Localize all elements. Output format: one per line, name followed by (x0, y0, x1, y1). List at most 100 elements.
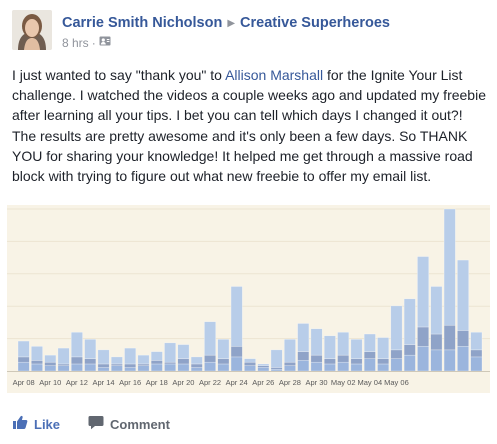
chart-canvas: Apr 08 Apr 10 Apr 12 Apr 14 Apr 16 Apr 18 Apr … (7, 205, 490, 393)
chart-bar-segment (377, 358, 390, 365)
chart-bar-segment (110, 356, 123, 365)
chart-bar-segment (31, 346, 43, 361)
chart-bar-segment (430, 286, 443, 335)
post-timestamp[interactable]: 8 hrs (62, 36, 89, 50)
chart-bar-segment (17, 361, 30, 372)
chart-bar-segment (390, 358, 403, 372)
chart-bar-segment (31, 360, 43, 365)
chart-bar-segment (71, 332, 83, 358)
chart-bar-segment (457, 346, 469, 372)
chart-bar-segment (71, 356, 83, 365)
chart-bar-segment (337, 354, 350, 363)
post-meta: 8 hrs · (62, 36, 111, 51)
post-title-line: Carrie Smith Nicholson ▶ Creative Superher… (62, 15, 390, 31)
avatar-image (12, 10, 52, 50)
chart-bar-segment (270, 349, 283, 368)
comment-button[interactable]: Comment (88, 416, 170, 436)
chart-bar-segment (204, 354, 216, 363)
chart-bar-segment (164, 361, 177, 365)
chart-tick-label: May 04 (358, 378, 383, 387)
chart-tick-label: Apr 10 (39, 378, 61, 387)
chart-bar-segment (430, 333, 443, 351)
chart-bar-segment (337, 332, 350, 356)
chart-bar-segment (323, 335, 336, 359)
chart-bar-segment (124, 367, 137, 372)
chart-tick-label: Apr 20 (172, 378, 194, 387)
attached-chart-image[interactable]: Apr 08 Apr 10 Apr 12 Apr 14 Apr 16 Apr 18 Apr … (7, 205, 490, 393)
chart-bar-segment (150, 363, 163, 372)
chart-bar-segment (17, 356, 30, 363)
chart-bar-segment (377, 337, 390, 359)
chart-bar-segment (244, 361, 256, 366)
chart-bar-segment (217, 339, 230, 359)
chart-bar-segment (204, 361, 216, 372)
chart-bar-segment (377, 363, 390, 372)
chart-bar-segment (390, 349, 403, 359)
chart-tick-label: Apr 22 (199, 378, 221, 387)
chart-bar-segment (470, 356, 483, 372)
chart-bar-segment (363, 358, 376, 372)
chart-tick-label: Apr 16 (119, 378, 141, 387)
chart-bar-segment (190, 356, 203, 365)
chart-bar-segment (124, 347, 137, 365)
chart-tick-label: Apr 26 (252, 378, 274, 387)
chart-bar-segment (217, 363, 230, 372)
chart-bar-segment (84, 358, 97, 365)
chart-tick-label: Apr 14 (92, 378, 114, 387)
chart-bar-segment (124, 363, 137, 368)
chart-bar-segment (470, 349, 483, 358)
chart-bar-segment (350, 339, 363, 359)
chart-bar-segment (443, 208, 456, 326)
chart-bar-segment (97, 349, 110, 365)
chart-bar-segment (284, 361, 296, 366)
chart-bar-segment (390, 305, 403, 351)
chart-bar-segment (417, 256, 429, 328)
chart-tick-label: Apr 08 (13, 378, 35, 387)
chart-bar-segment (97, 367, 110, 372)
chart-bar-segment (443, 349, 456, 372)
group-privacy-icon[interactable] (99, 35, 111, 50)
chart-bar-segment (417, 326, 429, 347)
group-name-link[interactable]: Creative Superheroes (240, 15, 390, 31)
chart-bar-segment (403, 298, 416, 345)
chart-bar-segment (177, 358, 190, 365)
chart-bar-segment (204, 321, 216, 356)
like-button[interactable]: Like (12, 415, 61, 436)
mention-link[interactable]: Allison Marshall (225, 67, 323, 83)
chart-bar-segment (257, 363, 270, 366)
chart-bar-segment (270, 367, 283, 370)
post-body: I just wanted to say "thank you" to Alli… (12, 65, 490, 186)
chart-bar-segment (17, 340, 30, 358)
chart-bar-segment (403, 344, 416, 356)
chart-tick-label: Apr 28 (279, 378, 301, 387)
chart-bar-segment (57, 365, 70, 372)
chart-bar-segment (230, 286, 243, 347)
chart-bar-segment (244, 358, 256, 363)
post-text-end: for the Ignite Your List challenge. I wa… (12, 67, 486, 185)
speech-bubble-icon (88, 414, 104, 433)
chart-bar-segment (363, 333, 376, 352)
chart-bar-segment (230, 356, 243, 372)
chart-bar-segment (363, 351, 376, 359)
chart-tick-label: Apr 18 (146, 378, 168, 387)
chart-bar-segment (417, 346, 429, 372)
post-text-start: I just wanted to say "thank you" to (12, 67, 226, 83)
chart-bar-segment (190, 363, 203, 368)
chart-bar-segment (84, 363, 97, 372)
chart-bar-segment (244, 365, 256, 372)
author-avatar[interactable] (12, 10, 52, 50)
chart-tick-label: Apr 24 (226, 378, 248, 387)
chart-bar-segment (284, 365, 296, 372)
chart-bar-segment (297, 323, 310, 352)
chart-tick-label: May 06 (384, 378, 409, 387)
chart-bar-segment (164, 342, 177, 363)
author-name-link[interactable]: Carrie Smith Nicholson (62, 15, 222, 31)
meta-separator: · (91, 36, 96, 50)
chart-bar-segment (71, 363, 83, 372)
chart-bar-segment (457, 259, 469, 331)
chart-bar-segment (177, 344, 190, 359)
chart-bar-segment (284, 339, 296, 363)
chart-bar-segment (150, 351, 163, 361)
chart-bar-segment (350, 358, 363, 365)
like-label: Like (34, 416, 61, 432)
